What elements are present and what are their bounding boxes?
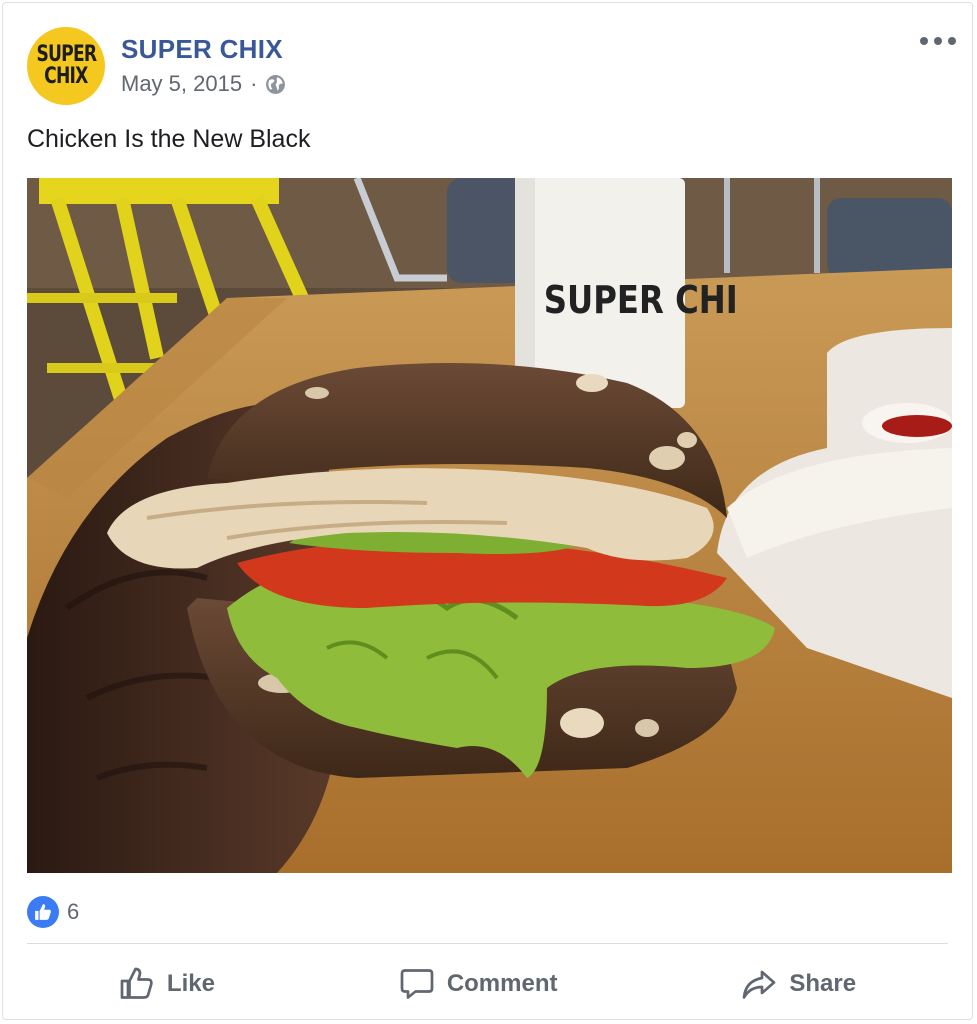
- page-name-link[interactable]: SUPER CHIX: [121, 34, 283, 65]
- thumbs-up-icon: [120, 967, 153, 999]
- share-button[interactable]: Share: [717, 960, 880, 1008]
- comment-bubble-icon: [400, 969, 434, 999]
- comment-button[interactable]: Comment: [375, 960, 582, 1008]
- post-photo[interactable]: SUPER CHI: [27, 178, 952, 873]
- page-avatar[interactable]: SUPER CHIX: [27, 27, 105, 105]
- avatar-text-line2: CHIX: [44, 64, 88, 89]
- post-text: Chicken Is the New Black: [27, 125, 311, 153]
- globe-icon[interactable]: [265, 74, 286, 95]
- more-options-icon[interactable]: [920, 29, 956, 53]
- post-date[interactable]: May 5, 2015: [121, 71, 242, 97]
- reactions-summary[interactable]: 6: [27, 896, 79, 928]
- avatar-text-line1: SUPER: [36, 42, 97, 67]
- actions-divider: [27, 943, 948, 944]
- meta-separator: ·: [250, 71, 258, 96]
- cup-logo-text: SUPER CHI: [544, 279, 738, 323]
- share-label: Share: [789, 970, 857, 997]
- comment-label: Comment: [446, 970, 558, 997]
- like-button[interactable]: Like: [95, 960, 239, 1008]
- like-reaction-icon: [27, 896, 59, 928]
- like-label: Like: [166, 970, 215, 997]
- share-arrow-icon: [742, 970, 776, 999]
- post-actions-bar: Like Comment Share: [27, 953, 948, 1015]
- post-card: SUPER CHIX SUPER CHIX May 5, 2015 · Chic…: [2, 2, 973, 1020]
- reaction-count: 6: [67, 899, 80, 924]
- post-meta: May 5, 2015 ·: [121, 71, 286, 97]
